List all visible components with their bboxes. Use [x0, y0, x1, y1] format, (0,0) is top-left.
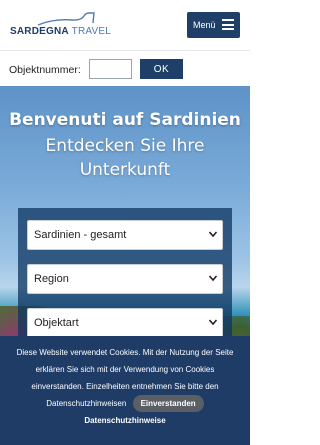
object-search-bar: Objektnummer: OK	[0, 50, 250, 86]
chevron-down-icon	[208, 231, 218, 238]
cookie-text-line4: Datenschutzhinweisen	[46, 399, 127, 408]
cookie-text-line4-row: Datenschutzhinweisen Einverstanden	[0, 395, 250, 412]
privacy-link[interactable]: Datenschutzhinweise	[0, 412, 250, 429]
island-outline-icon	[37, 12, 95, 26]
object-type-value: Objektart	[34, 317, 79, 329]
cookie-text-line3: einverstanden. Einzelheiten entnehmen Si…	[31, 382, 219, 391]
region-all-select[interactable]: Sardinien - gesamt	[27, 220, 223, 250]
region-value: Region	[34, 273, 69, 285]
hero-subtitle-line2: Unterkunft	[79, 160, 171, 180]
logo-bold: SARDEGNA	[10, 26, 69, 37]
hamburger-icon	[222, 19, 234, 30]
object-type-select[interactable]: Objektart	[27, 308, 223, 338]
cookie-text-line2: erklären Sie sich mit der Verwendung von…	[35, 365, 215, 374]
region-all-value: Sardinien - gesamt	[34, 229, 127, 241]
menu-button[interactable]: Menü	[187, 12, 240, 38]
hero-subtitle-line1: Entdecken Sie Ihre	[45, 136, 205, 156]
hero-title: Benvenuti auf Sardinien	[9, 110, 241, 130]
logo-text: SARDEGNA TRAVEL	[10, 26, 111, 37]
sardegna-travel-logo[interactable]: SARDEGNA TRAVEL	[8, 9, 111, 41]
logo-light: TRAVEL	[71, 26, 111, 37]
accept-cookies-button[interactable]: Einverstanden	[132, 395, 204, 412]
object-number-label: Objektnummer:	[9, 64, 81, 76]
ok-button[interactable]: OK	[140, 59, 183, 79]
hero-subtitle: Entdecken Sie Ihre Unterkunft	[0, 134, 250, 182]
cookie-text-line1: Diese Website verwendet Cookies. Mit der…	[16, 348, 234, 357]
object-number-input[interactable]	[89, 59, 132, 79]
cookie-banner: Diese Website verwendet Cookies. Mit der…	[0, 336, 250, 445]
chevron-down-icon	[208, 275, 218, 282]
region-select[interactable]: Region	[27, 264, 223, 294]
chevron-down-icon	[208, 319, 218, 326]
menu-label: Menü	[193, 20, 216, 30]
site-header: SARDEGNA TRAVEL Menü	[0, 0, 250, 50]
